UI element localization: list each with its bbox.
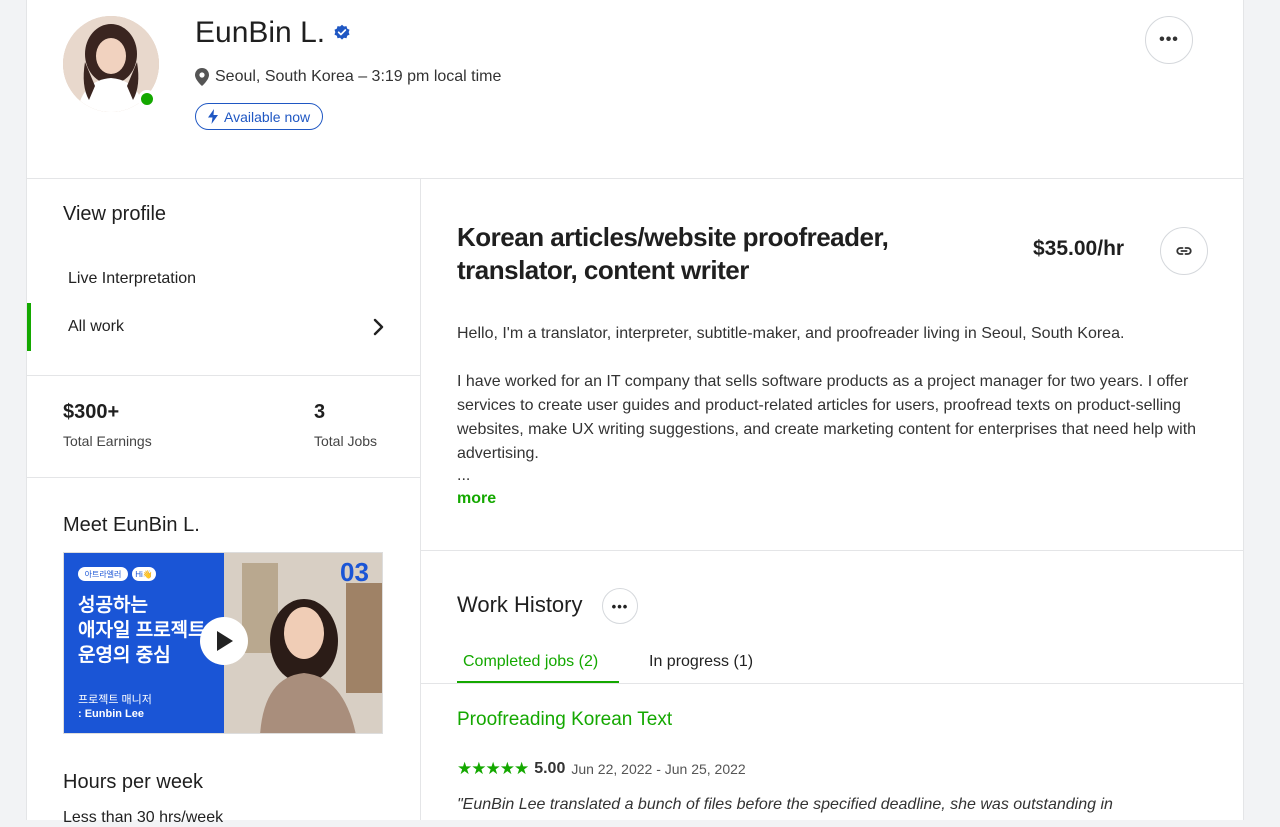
sidebar-item-all-work[interactable]: All work: [27, 303, 420, 351]
video-play-button[interactable]: [200, 617, 248, 665]
total-earnings-label: Total Earnings: [63, 433, 152, 449]
intro-video-thumbnail[interactable]: 아트라엘러 Hi👋 03 성공하는 애자일 프로젝트 운영의 중심 프로젝트 매…: [63, 552, 383, 734]
sidebar-item-live-interpretation[interactable]: Live Interpretation: [27, 255, 420, 303]
profile-description: Hello, I'm a translator, interpreter, su…: [457, 322, 1227, 490]
hours-per-week-value: Less than 30 hrs/week: [63, 809, 224, 826]
video-headline-line: 운영의 중심: [78, 645, 171, 666]
hours-per-week-title: Hours per week: [63, 771, 204, 793]
profile-card: EunBin L. Seoul, South Korea – 3:19 pm l…: [26, 0, 1244, 826]
sidebar-item-label: Live Interpretation: [68, 270, 197, 287]
description-more-link[interactable]: more: [457, 490, 496, 508]
video-badge-left: 아트라엘러: [84, 569, 122, 579]
profile-name-row: EunBin L.: [195, 16, 351, 50]
main-content: Korean articles/website proofreader, tra…: [421, 179, 1243, 820]
video-headline-line: 성공하는: [78, 595, 148, 616]
online-status-dot: [138, 90, 156, 108]
star-rating-icon: ★★★★★: [457, 759, 529, 778]
total-earnings-value: $300+: [63, 401, 120, 423]
verified-badge-icon: [334, 24, 350, 40]
total-jobs-label: Total Jobs: [314, 433, 378, 449]
location-row: Seoul, South Korea – 3:19 pm local time: [195, 68, 501, 86]
left-sidebar: View profile Live Interpretation All wor…: [27, 179, 421, 826]
profile-name: EunBin L.: [195, 16, 326, 49]
link-icon: [1176, 247, 1192, 255]
hourly-rate: $35.00/hr: [1033, 237, 1125, 260]
video-episode-number: 03: [340, 557, 369, 587]
profile-more-options-button[interactable]: •••: [1145, 16, 1193, 64]
job-rating-value: 5.00: [534, 760, 566, 777]
description-paragraph: Hello, I'm a translator, interpreter, su…: [457, 325, 1125, 342]
lightning-icon: [208, 109, 218, 124]
tab-in-progress[interactable]: In progress (1): [649, 653, 753, 671]
video-subtitle-line: 프로젝트 매니저: [78, 694, 152, 706]
location-text: Seoul, South Korea – 3:19 pm local time: [215, 68, 502, 85]
profile-headline: Korean articles/website proofreader, tra…: [457, 222, 889, 285]
video-headline: 성공하는 애자일 프로젝트 운영의 중심: [78, 593, 206, 668]
profile-header: EunBin L. Seoul, South Korea – 3:19 pm l…: [27, 0, 1243, 179]
description-ellipsis: ...: [457, 467, 471, 484]
play-icon: [217, 631, 233, 651]
more-dots-icon: •••: [611, 598, 629, 614]
work-history-more-button[interactable]: •••: [602, 588, 638, 624]
job-rating-row: ★★★★★ 5.00 Jun 22, 2022 - Jun 25, 2022: [457, 759, 746, 779]
work-history-title: Work History: [457, 592, 583, 617]
available-now-label: Available now: [224, 108, 311, 125]
location-pin-icon: [195, 68, 209, 86]
video-headline-line: 애자일 프로젝트: [78, 620, 206, 641]
sidebar-divider: [27, 477, 420, 478]
video-subtitle: 프로젝트 매니저 : Eunbin Lee: [78, 693, 152, 721]
job-title-link[interactable]: Proofreading Korean Text: [457, 709, 672, 731]
video-subtitle-line: : Eunbin Lee: [78, 708, 144, 720]
copy-link-button[interactable]: [1160, 227, 1208, 275]
job-dates: Jun 22, 2022 - Jun 25, 2022: [571, 761, 746, 777]
video-badge-right: Hi👋: [135, 569, 153, 579]
view-profile-title: View profile: [63, 203, 167, 225]
tabs-divider: [421, 683, 1243, 684]
job-feedback-quote: "EunBin Lee translated a bunch of files …: [457, 796, 1113, 813]
meet-video-title: Meet EunBin L.: [63, 514, 200, 536]
tab-completed-jobs[interactable]: Completed jobs (2): [463, 653, 598, 671]
description-paragraph: I have worked for an IT company that sel…: [457, 373, 1197, 462]
more-dots-icon: •••: [1159, 31, 1179, 48]
available-now-badge[interactable]: Available now: [195, 103, 324, 130]
main-divider: [421, 550, 1243, 551]
sidebar-divider: [27, 375, 420, 376]
sidebar-item-label: All work: [68, 318, 125, 335]
chevron-right-icon: [373, 318, 384, 336]
total-jobs-value: 3: [314, 401, 326, 423]
